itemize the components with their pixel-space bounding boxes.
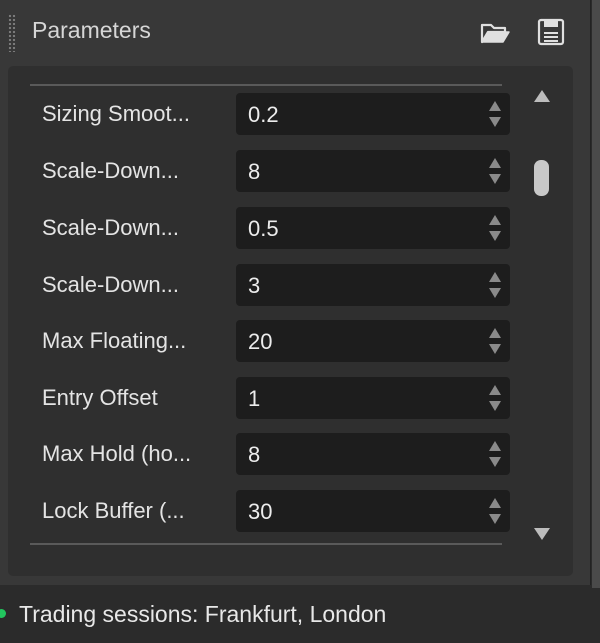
param-row-entry-offset: Entry Offset 1 bbox=[30, 376, 510, 420]
spinner-arrows-icon[interactable] bbox=[488, 496, 502, 526]
param-row-sizing-smoothing: Sizing Smoot... 0.2 bbox=[30, 92, 510, 136]
param-row-max-floating: Max Floating... 20 bbox=[30, 319, 510, 363]
param-label: Scale-Down... bbox=[42, 215, 179, 240]
param-label: Scale-Down... bbox=[42, 272, 179, 297]
floppy-save-icon bbox=[537, 18, 565, 46]
list-bottom-divider bbox=[30, 543, 502, 545]
spinner-arrows-icon[interactable] bbox=[488, 270, 502, 300]
param-spinbox[interactable]: 30 bbox=[236, 490, 510, 532]
param-label: Max Floating... bbox=[42, 328, 187, 353]
parameters-panel: Parameters Sizing Smoot... 0.2 Scale-Dow… bbox=[0, 0, 591, 585]
param-spinbox[interactable]: 8 bbox=[236, 433, 510, 475]
drag-grip-icon[interactable] bbox=[8, 14, 16, 52]
param-label: Lock Buffer (... bbox=[42, 498, 185, 523]
param-row-scale-down-1: Scale-Down... 8 bbox=[30, 149, 510, 193]
param-value[interactable]: 0.5 bbox=[248, 207, 279, 249]
window-edge bbox=[592, 0, 600, 590]
spinner-arrows-icon[interactable] bbox=[488, 99, 502, 129]
param-value[interactable]: 20 bbox=[248, 320, 272, 362]
parameters-list-container: Sizing Smoot... 0.2 Scale-Down... 8 Scal… bbox=[8, 66, 573, 576]
param-value[interactable]: 0.2 bbox=[248, 93, 279, 135]
param-value[interactable]: 30 bbox=[248, 490, 272, 532]
param-row-scale-down-2: Scale-Down... 0.5 bbox=[30, 206, 510, 250]
param-label: Sizing Smoot... bbox=[42, 101, 190, 126]
panel-header: Parameters bbox=[0, 0, 590, 64]
spinner-arrows-icon[interactable] bbox=[488, 439, 502, 469]
parameters-list[interactable]: Sizing Smoot... 0.2 Scale-Down... 8 Scal… bbox=[30, 86, 510, 546]
param-spinbox[interactable]: 0.2 bbox=[236, 93, 510, 135]
param-row-scale-down-3: Scale-Down... 3 bbox=[30, 263, 510, 307]
open-preset-button[interactable] bbox=[478, 16, 512, 48]
param-spinbox[interactable]: 8 bbox=[236, 150, 510, 192]
save-preset-button[interactable] bbox=[534, 16, 568, 48]
spinner-arrows-icon[interactable] bbox=[488, 213, 502, 243]
spinner-arrows-icon[interactable] bbox=[488, 156, 502, 186]
param-value[interactable]: 8 bbox=[248, 150, 260, 192]
spinner-arrows-icon[interactable] bbox=[488, 383, 502, 413]
scrollbar-thumb[interactable] bbox=[534, 160, 549, 196]
param-label: Max Hold (ho... bbox=[42, 441, 192, 466]
param-spinbox[interactable]: 20 bbox=[236, 320, 510, 362]
param-spinbox[interactable]: 3 bbox=[236, 264, 510, 306]
folder-open-icon bbox=[480, 23, 510, 44]
app-window: Parameters Sizing Smoot... 0.2 Scale-Dow… bbox=[0, 0, 600, 643]
param-spinbox[interactable]: 0.5 bbox=[236, 207, 510, 249]
param-value[interactable]: 3 bbox=[248, 264, 260, 306]
triangle-down-icon[interactable] bbox=[532, 526, 552, 542]
spinner-arrows-icon[interactable] bbox=[488, 326, 502, 356]
param-label: Scale-Down... bbox=[42, 158, 179, 183]
param-label: Entry Offset bbox=[42, 385, 158, 410]
panel-title: Parameters bbox=[32, 17, 151, 43]
status-text: Trading sessions: Frankfurt, London bbox=[19, 601, 387, 627]
param-row-max-hold: Max Hold (ho... 8 bbox=[30, 432, 510, 476]
param-value[interactable]: 8 bbox=[248, 433, 260, 475]
param-row-lock-buffer: Lock Buffer (... 30 bbox=[30, 489, 510, 533]
triangle-up-icon[interactable] bbox=[532, 88, 552, 104]
param-value[interactable]: 1 bbox=[248, 377, 260, 419]
param-spinbox[interactable]: 1 bbox=[236, 377, 510, 419]
